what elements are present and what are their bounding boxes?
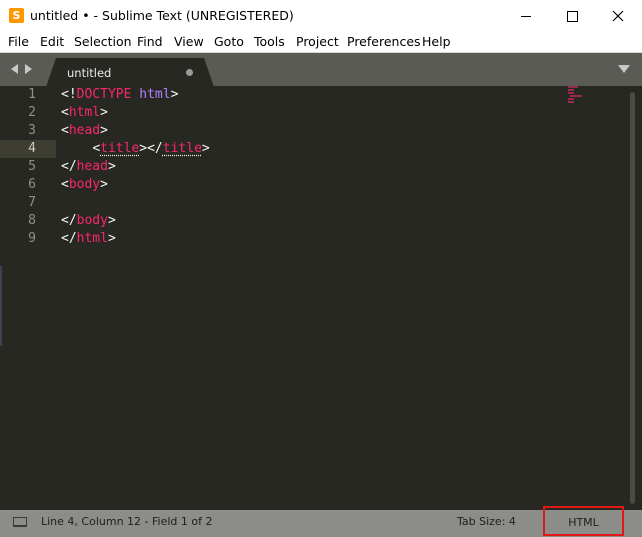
vertical-scrollbar[interactable] xyxy=(630,92,635,504)
minimap-line xyxy=(568,101,574,103)
code-line: </body> xyxy=(61,213,116,228)
menu-tools[interactable]: Tools xyxy=(254,34,285,49)
code-line: <!DOCTYPE html> xyxy=(61,87,179,102)
status-bar: Line 4, Column 12 - Field 1 of 2 Tab Siz… xyxy=(0,506,642,537)
menu-project[interactable]: Project xyxy=(296,34,339,49)
code-line: </html> xyxy=(61,231,116,246)
unsaved-dot-icon[interactable] xyxy=(186,69,193,76)
panel-toggle-icon[interactable] xyxy=(13,517,27,527)
line-number: 7 xyxy=(28,195,36,210)
tab-label: untitled xyxy=(67,66,112,80)
editor-area[interactable]: 1 2 3 4 5 6 7 8 9 <!DOCTYPE html> <html>… xyxy=(0,86,642,510)
line-number: 6 xyxy=(28,177,36,192)
chevron-down-icon[interactable] xyxy=(618,65,630,73)
menu-find[interactable]: Find xyxy=(137,34,163,49)
chevron-right-icon[interactable] xyxy=(25,64,32,74)
minimap[interactable] xyxy=(568,86,588,106)
code-line: <html> xyxy=(61,105,108,120)
code-line: <head> xyxy=(61,123,108,138)
tab-size-indicator[interactable]: Tab Size: 4 xyxy=(457,515,516,528)
close-icon xyxy=(612,10,624,22)
close-button[interactable] xyxy=(595,0,641,32)
minimap-line xyxy=(570,95,582,97)
syntax-selector-highlight[interactable]: HTML xyxy=(543,506,624,536)
menu-bar: File Edit Selection Find View Goto Tools… xyxy=(0,32,642,52)
minimap-line xyxy=(568,92,574,94)
line-number-current: 4 xyxy=(28,141,36,156)
menu-help[interactable]: Help xyxy=(422,34,451,49)
tab-bar: untitled xyxy=(0,52,642,87)
cursor-position: Line 4, Column 12 - Field 1 of 2 xyxy=(41,515,213,528)
tab-untitled[interactable]: untitled xyxy=(46,58,214,87)
syntax-label: HTML xyxy=(568,516,599,529)
window-title: untitled • - Sublime Text (UNREGISTERED) xyxy=(30,8,294,23)
edge-marker xyxy=(0,266,2,346)
line-number: 8 xyxy=(28,213,36,228)
chevron-left-icon[interactable] xyxy=(11,64,18,74)
menu-edit[interactable]: Edit xyxy=(40,34,64,49)
menu-file[interactable]: File xyxy=(8,34,29,49)
minimap-line xyxy=(568,98,574,100)
code-line: <body> xyxy=(61,177,108,192)
minimize-icon xyxy=(521,15,531,17)
code-line-current: <title></title> xyxy=(92,141,210,156)
minimap-line xyxy=(568,89,574,91)
maximize-button[interactable] xyxy=(549,0,595,32)
line-number: 1 xyxy=(28,87,36,102)
menu-preferences[interactable]: Preferences xyxy=(347,34,421,49)
sublime-text-logo-icon: S xyxy=(9,8,24,23)
line-number: 9 xyxy=(28,231,36,246)
line-number: 3 xyxy=(28,123,36,138)
code-line: </head> xyxy=(61,159,116,174)
title-bar: S untitled • - Sublime Text (UNREGISTERE… xyxy=(0,0,642,32)
line-number-gutter: 1 2 3 4 5 6 7 8 9 xyxy=(0,86,50,510)
minimap-line xyxy=(568,86,578,88)
line-number: 5 xyxy=(28,159,36,174)
minimize-button[interactable] xyxy=(503,0,549,32)
menu-goto[interactable]: Goto xyxy=(214,34,244,49)
menu-selection[interactable]: Selection xyxy=(74,34,132,49)
maximize-icon xyxy=(566,10,578,22)
menu-view[interactable]: View xyxy=(174,34,204,49)
line-number: 2 xyxy=(28,105,36,120)
